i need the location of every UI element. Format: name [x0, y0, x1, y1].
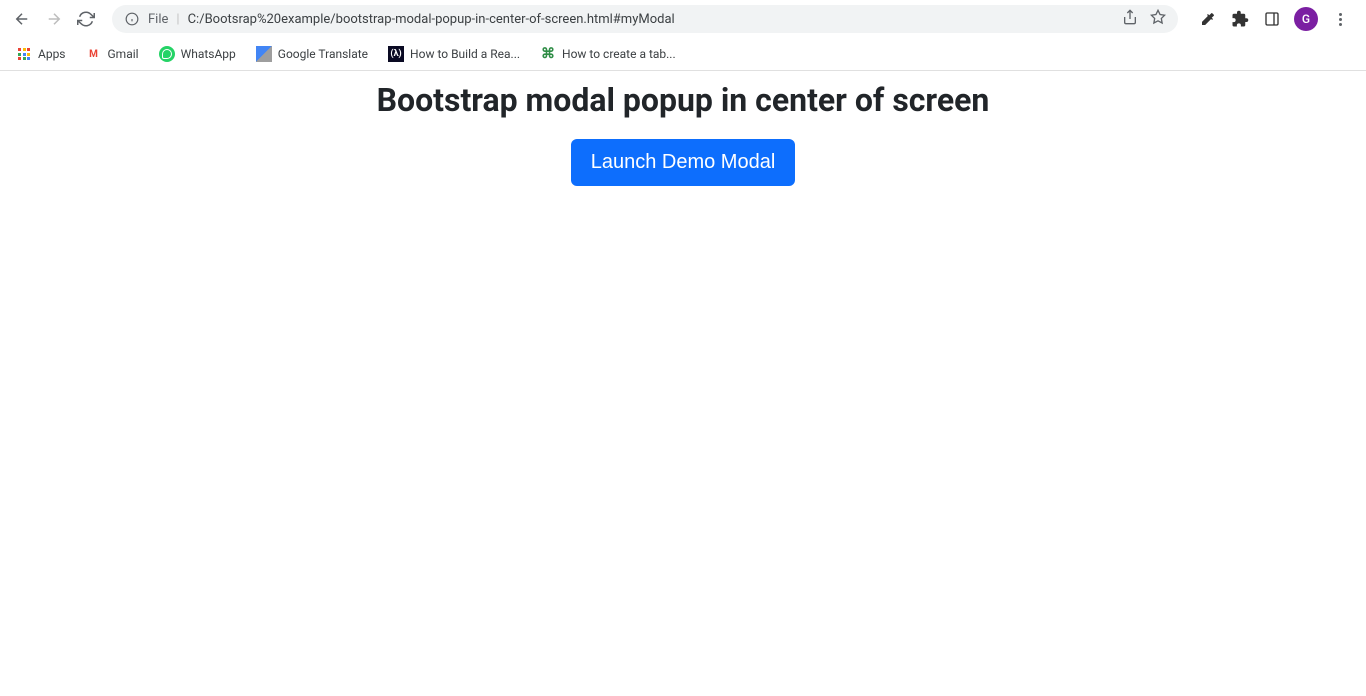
bookmark-label: How to create a tab... — [562, 47, 676, 61]
back-button[interactable] — [8, 5, 36, 33]
bookmarks-bar: Apps Gmail WhatsApp Google Translate (λ)… — [0, 38, 1366, 70]
bookmark-gmail[interactable]: Gmail — [78, 42, 147, 66]
bookmark-whatsapp[interactable]: WhatsApp — [151, 42, 244, 66]
geeksforgeeks-icon: ⌘ — [540, 46, 556, 62]
toolbar-right: G — [1190, 7, 1358, 31]
reload-icon — [77, 10, 95, 28]
eyedropper-icon[interactable] — [1198, 9, 1218, 29]
browser-toolbar: File | C:/Bootsrap%20example/bootstrap-m… — [0, 0, 1366, 38]
address-bar[interactable]: File | C:/Bootsrap%20example/bootstrap-m… — [112, 5, 1178, 33]
launch-demo-modal-button[interactable]: Launch Demo Modal — [571, 139, 796, 186]
bookmark-label: Gmail — [108, 47, 139, 61]
page-content: Bootstrap modal popup in center of scree… — [0, 71, 1366, 186]
side-panel-icon[interactable] — [1262, 9, 1282, 29]
freecodecamp-icon: (λ) — [388, 46, 404, 62]
bookmark-gfg[interactable]: ⌘ How to create a tab... — [532, 42, 684, 66]
bookmark-label: Google Translate — [278, 47, 368, 61]
browser-chrome: File | C:/Bootsrap%20example/bootstrap-m… — [0, 0, 1366, 71]
star-icon[interactable] — [1150, 9, 1166, 29]
translate-icon — [256, 46, 272, 62]
arrow-left-icon — [13, 10, 31, 28]
forward-button[interactable] — [40, 5, 68, 33]
share-icon[interactable] — [1122, 9, 1138, 29]
extensions-icon[interactable] — [1230, 9, 1250, 29]
bookmark-apps[interactable]: Apps — [8, 42, 74, 66]
bookmark-label: How to Build a Rea... — [410, 47, 520, 61]
bookmark-label: Apps — [38, 47, 66, 61]
menu-button[interactable] — [1330, 9, 1350, 29]
bookmark-freecodecamp[interactable]: (λ) How to Build a Rea... — [380, 42, 528, 66]
menu-dots-icon — [1339, 13, 1342, 26]
whatsapp-icon — [159, 46, 175, 62]
profile-avatar[interactable]: G — [1294, 7, 1318, 31]
arrow-right-icon — [45, 10, 63, 28]
url-divider: | — [176, 12, 179, 27]
page-title: Bootstrap modal popup in center of scree… — [0, 81, 1366, 119]
profile-initial: G — [1302, 12, 1310, 26]
gmail-icon — [86, 46, 102, 62]
apps-icon — [16, 46, 32, 62]
url-text: C:/Bootsrap%20example/bootstrap-modal-po… — [188, 12, 1114, 27]
reload-button[interactable] — [72, 5, 100, 33]
bookmark-google-translate[interactable]: Google Translate — [248, 42, 376, 66]
info-icon — [124, 11, 140, 27]
url-scheme-label: File — [148, 12, 168, 27]
bookmark-label: WhatsApp — [181, 47, 236, 61]
